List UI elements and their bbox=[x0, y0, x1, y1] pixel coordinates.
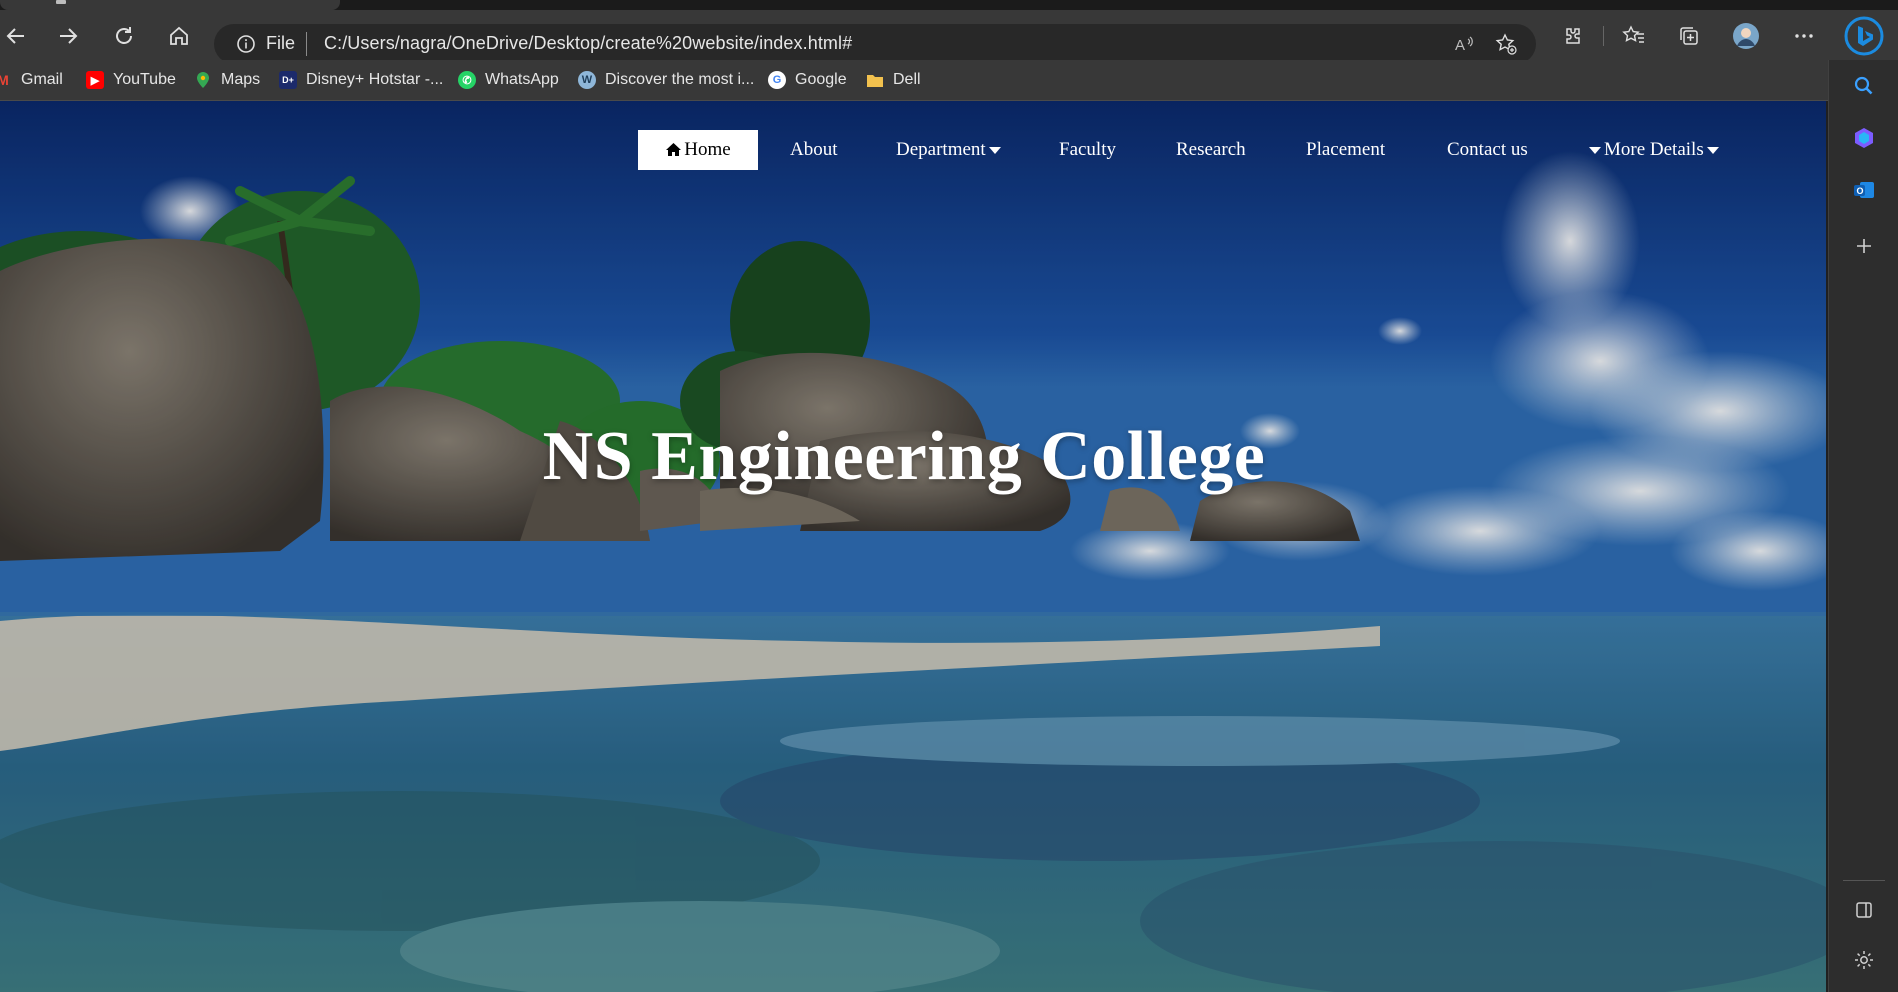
browser-toolbar: File C:/Users/nagra/OneDrive/Desktop/cre… bbox=[0, 10, 1898, 64]
add-favorite-icon[interactable] bbox=[1494, 32, 1518, 56]
profile-avatar[interactable] bbox=[1730, 20, 1762, 52]
add-icon[interactable] bbox=[1850, 232, 1878, 260]
bookmark-google[interactable]: G Google bbox=[768, 68, 847, 92]
caret-down-icon bbox=[988, 147, 1001, 155]
maps-icon bbox=[194, 71, 212, 89]
youtube-icon: ▶ bbox=[86, 71, 104, 89]
web-page: Home About Department Faculty Research P… bbox=[0, 101, 1828, 992]
favorites-icon[interactable] bbox=[1618, 20, 1650, 52]
refresh-icon[interactable] bbox=[108, 20, 140, 52]
bookmark-youtube[interactable]: ▶ YouTube bbox=[86, 68, 176, 92]
search-icon[interactable] bbox=[1850, 72, 1878, 100]
bookmark-whatsapp[interactable]: ✆ WhatsApp bbox=[458, 68, 559, 92]
nav-department-label: Department bbox=[896, 139, 986, 160]
bookmark-label: Discover the most i... bbox=[605, 71, 755, 88]
nav-department[interactable]: Department bbox=[896, 130, 1004, 170]
back-arrow-icon[interactable] bbox=[0, 20, 32, 52]
bookmark-label: Google bbox=[795, 71, 847, 88]
split-screen-icon[interactable] bbox=[1850, 896, 1878, 924]
active-tab[interactable] bbox=[0, 0, 340, 10]
forward-arrow-icon[interactable] bbox=[52, 20, 84, 52]
nav-home-label: Home bbox=[684, 139, 731, 160]
collections-icon[interactable] bbox=[1673, 20, 1705, 52]
more-options-icon[interactable] bbox=[1788, 20, 1820, 52]
caret-down-icon bbox=[1706, 147, 1719, 155]
read-aloud-icon[interactable]: A bbox=[1452, 32, 1476, 56]
nav-faculty[interactable]: Faculty bbox=[1059, 130, 1116, 170]
bookmark-maps[interactable]: Maps bbox=[194, 68, 260, 92]
svg-text:A: A bbox=[1455, 37, 1465, 54]
nav-about[interactable]: About bbox=[790, 130, 838, 170]
bookmark-label: Disney+ Hotstar -... bbox=[306, 71, 444, 88]
bookmark-label: Dell bbox=[893, 71, 921, 88]
sidebar-divider bbox=[1843, 880, 1885, 881]
bing-copilot-icon[interactable] bbox=[1844, 16, 1884, 56]
bookmark-label: YouTube bbox=[113, 71, 176, 88]
url-text[interactable]: C:/Users/nagra/OneDrive/Desktop/create%2… bbox=[324, 33, 852, 54]
google-icon: G bbox=[768, 71, 786, 89]
nav-home[interactable]: Home bbox=[638, 130, 758, 170]
nav-more-details[interactable]: More Details bbox=[1586, 130, 1722, 170]
bookmark-label: WhatsApp bbox=[485, 71, 559, 88]
hotstar-icon: D+ bbox=[279, 71, 297, 89]
site-navbar: Home About Department Faculty Research P… bbox=[0, 130, 1828, 170]
tab-strip bbox=[0, 0, 1898, 10]
bookmark-wordpress[interactable]: W Discover the most i... bbox=[578, 68, 754, 92]
copilot-icon[interactable] bbox=[1850, 124, 1878, 152]
gmail-icon: M bbox=[0, 72, 9, 88]
bookmark-hotstar[interactable]: D+ Disney+ Hotstar -... bbox=[279, 68, 443, 92]
home-icon bbox=[666, 143, 682, 156]
nav-research[interactable]: Research bbox=[1176, 130, 1246, 170]
home-icon[interactable] bbox=[163, 20, 195, 52]
caret-down-icon bbox=[1589, 147, 1601, 155]
whatsapp-icon: ✆ bbox=[458, 71, 476, 89]
nav-contact[interactable]: Contact us bbox=[1447, 130, 1528, 170]
svg-text:O: O bbox=[1857, 186, 1864, 196]
site-info-icon[interactable] bbox=[236, 34, 256, 59]
edge-sidebar: O bbox=[1828, 60, 1898, 992]
bookmarks-bar: M Gmail ▶ YouTube Maps D+ Disney+ Hotsta… bbox=[0, 60, 1828, 101]
folder-icon bbox=[866, 71, 884, 89]
nav-more-details-label: More Details bbox=[1604, 139, 1704, 160]
page-scroll-edge bbox=[1826, 101, 1828, 992]
bookmark-dell[interactable]: Dell bbox=[866, 68, 921, 92]
settings-gear-icon[interactable] bbox=[1850, 946, 1878, 974]
scheme-label: File bbox=[266, 33, 296, 53]
nav-placement[interactable]: Placement bbox=[1306, 130, 1385, 170]
wordpress-icon: W bbox=[578, 71, 596, 89]
toolbar-divider bbox=[1603, 26, 1604, 46]
tab-favicon bbox=[56, 0, 66, 4]
bookmark-label: Gmail bbox=[21, 71, 63, 88]
hero-title: NS Engineering College bbox=[542, 418, 1266, 495]
address-bar[interactable]: File C:/Users/nagra/OneDrive/Desktop/cre… bbox=[214, 24, 1536, 64]
address-separator bbox=[306, 32, 307, 56]
bookmark-gmail[interactable]: M Gmail bbox=[0, 68, 63, 92]
bookmark-label: Maps bbox=[221, 71, 261, 88]
dark-overlay bbox=[0, 101, 1828, 992]
extensions-icon[interactable] bbox=[1556, 20, 1588, 52]
outlook-icon[interactable]: O bbox=[1850, 176, 1878, 204]
